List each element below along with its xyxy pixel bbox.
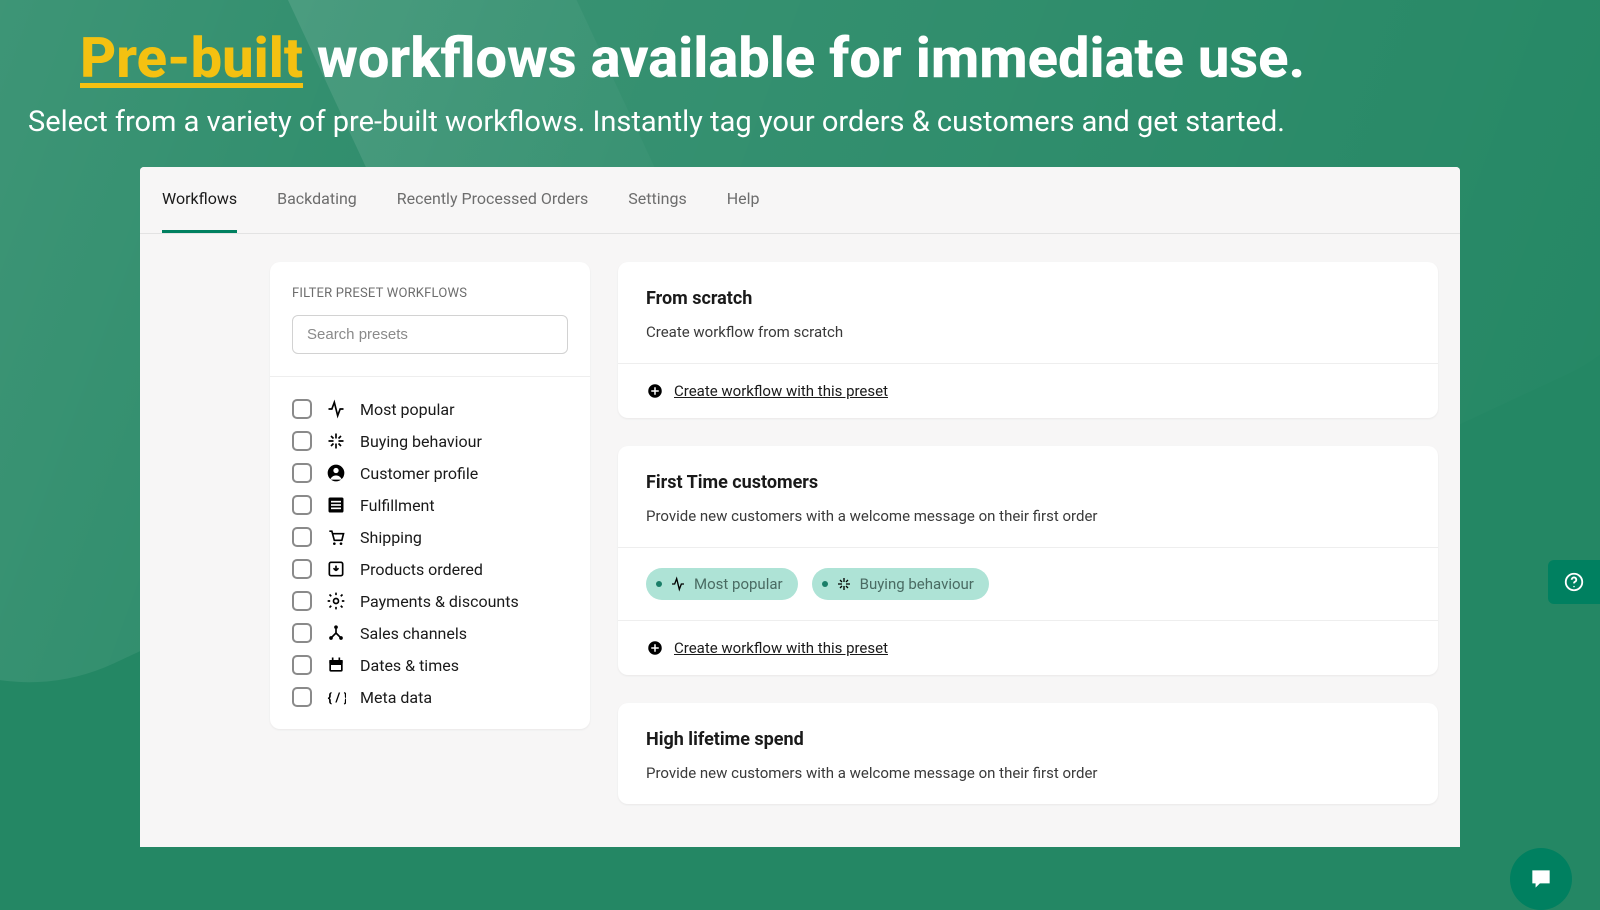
checkbox[interactable]	[292, 687, 312, 707]
app-panel: Workflows Backdating Recently Processed Or…	[140, 167, 1460, 847]
card-description: Provide new customers with a welcome mes…	[646, 507, 1410, 525]
filter-buying-behaviour[interactable]: Buying behaviour	[292, 431, 568, 451]
filter-most-popular[interactable]: Most popular	[292, 399, 568, 419]
download-box-icon	[326, 559, 346, 579]
filter-dates-times[interactable]: Dates & times	[292, 655, 568, 675]
filter-label: Meta data	[360, 688, 432, 707]
tag-dot	[656, 581, 662, 587]
filter-label: Most popular	[360, 400, 454, 419]
gear-icon	[326, 591, 346, 611]
card-title: From scratch	[646, 288, 1410, 309]
preset-cards: From scratch Create workflow from scratch…	[618, 262, 1438, 804]
filter-sidebar-title: FILTER PRESET WORKFLOWS	[292, 286, 568, 301]
content: FILTER PRESET WORKFLOWS Most popular Buyi…	[140, 234, 1460, 804]
filter-sales-channels[interactable]: Sales channels	[292, 623, 568, 643]
help-icon	[1563, 571, 1585, 593]
hero-rest: workflows available for immediate use.	[303, 25, 1305, 91]
hero: Pre-built workflows available for immedi…	[0, 0, 1600, 151]
filter-products-ordered[interactable]: Products ordered	[292, 559, 568, 579]
code-icon	[326, 687, 346, 707]
tag-label: Most popular	[694, 575, 783, 593]
filter-label: Dates & times	[360, 656, 459, 675]
checkbox[interactable]	[292, 623, 312, 643]
checkbox[interactable]	[292, 591, 312, 611]
tag-most-popular: Most popular	[646, 568, 798, 600]
create-workflow-link[interactable]: Create workflow with this preset	[674, 639, 888, 657]
checkbox[interactable]	[292, 527, 312, 547]
calendar-icon	[326, 655, 346, 675]
filter-customer-profile[interactable]: Customer profile	[292, 463, 568, 483]
filter-meta-data[interactable]: Meta data	[292, 687, 568, 707]
tab-workflows[interactable]: Workflows	[162, 167, 237, 233]
tab-help[interactable]: Help	[727, 167, 760, 233]
preset-card: First Time customers Provide new customer…	[618, 446, 1438, 675]
list-icon	[326, 495, 346, 515]
filter-label: Sales channels	[360, 624, 467, 643]
help-tab-button[interactable]	[1548, 560, 1600, 604]
filter-sidebar: FILTER PRESET WORKFLOWS Most popular Buyi…	[270, 262, 590, 729]
tag-buying-behaviour: Buying behaviour	[812, 568, 989, 600]
tab-settings[interactable]: Settings	[628, 167, 686, 233]
hero-title: Pre-built workflows available for immedi…	[80, 28, 1520, 90]
checkbox[interactable]	[292, 463, 312, 483]
tab-backdating[interactable]: Backdating	[277, 167, 357, 233]
checkbox[interactable]	[292, 655, 312, 675]
sparkle-icon	[836, 576, 852, 592]
tag-dot	[822, 581, 828, 587]
filter-label: Shipping	[360, 528, 422, 547]
chat-fab[interactable]	[1510, 848, 1572, 910]
tab-bar: Workflows Backdating Recently Processed Or…	[140, 167, 1460, 234]
user-icon	[326, 463, 346, 483]
filter-fulfillment[interactable]: Fulfillment	[292, 495, 568, 515]
checkbox[interactable]	[292, 495, 312, 515]
checkbox[interactable]	[292, 559, 312, 579]
filter-label: Payments & discounts	[360, 592, 519, 611]
sparkle-icon	[326, 431, 346, 451]
filter-payments-discounts[interactable]: Payments & discounts	[292, 591, 568, 611]
activity-icon	[670, 576, 686, 592]
preset-card: High lifetime spend Provide new customers…	[618, 703, 1438, 804]
filter-list: Most popular Buying behaviour Customer pro…	[292, 399, 568, 707]
filter-label: Buying behaviour	[360, 432, 482, 451]
filter-label: Products ordered	[360, 560, 483, 579]
search-input[interactable]	[292, 315, 568, 354]
plus-circle-icon	[646, 639, 664, 657]
card-description: Provide new customers with a welcome mes…	[646, 764, 1410, 782]
tag-label: Buying behaviour	[860, 575, 974, 593]
card-tags: Most popular Buying behaviour	[618, 547, 1438, 620]
card-title: First Time customers	[646, 472, 1410, 493]
checkbox[interactable]	[292, 431, 312, 451]
tab-recently-processed-orders[interactable]: Recently Processed Orders	[397, 167, 589, 233]
activity-icon	[326, 399, 346, 419]
checkbox[interactable]	[292, 399, 312, 419]
filter-label: Fulfillment	[360, 496, 435, 515]
divider	[270, 376, 590, 377]
hero-highlight: Pre-built	[80, 25, 303, 91]
card-description: Create workflow from scratch	[646, 323, 1410, 341]
cart-icon	[326, 527, 346, 547]
filter-label: Customer profile	[360, 464, 478, 483]
channels-icon	[326, 623, 346, 643]
chat-icon	[1528, 866, 1554, 892]
filter-shipping[interactable]: Shipping	[292, 527, 568, 547]
card-title: High lifetime spend	[646, 729, 1410, 750]
create-workflow-link[interactable]: Create workflow with this preset	[674, 382, 888, 400]
hero-subtitle: Select from a variety of pre-built workf…	[28, 104, 1520, 142]
plus-circle-icon	[646, 382, 664, 400]
preset-card: From scratch Create workflow from scratch…	[618, 262, 1438, 418]
